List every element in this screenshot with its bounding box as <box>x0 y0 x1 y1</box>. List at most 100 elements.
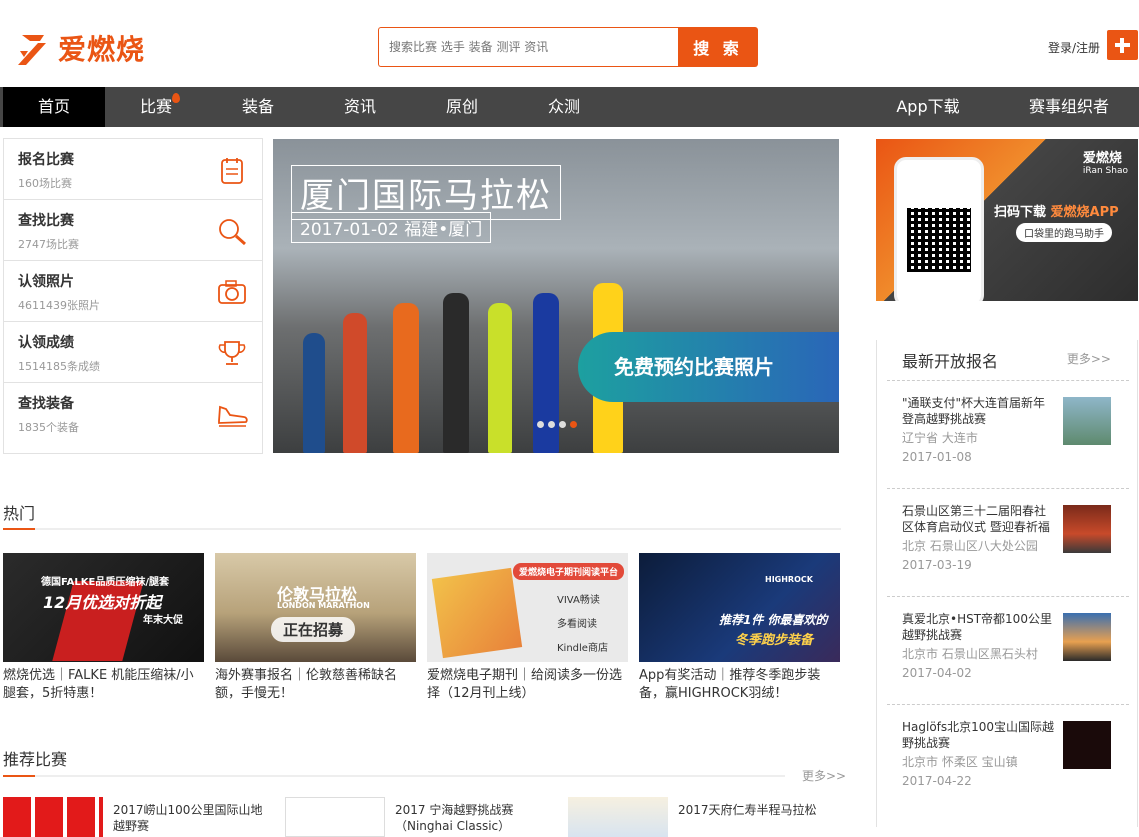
hot-card-image-text: 德国FALKE品质压缩袜/腿套 <box>41 577 170 588</box>
nav-item-app-download[interactable]: App下载 <box>877 87 979 127</box>
app-scan-app-name: 爱燃烧APP <box>1050 205 1119 220</box>
quick-link-title: 认领照片 <box>18 274 74 290</box>
quick-link-count: 4611439张照片 <box>18 299 100 312</box>
hot-card-image-text: 12月优选对折起 <box>43 593 162 612</box>
runner-figure <box>303 333 325 453</box>
latest-registration-panel: 最新开放报名 更多>> "通联支付"杯大连首届新年登高越野挑战赛 辽宁省 大连市… <box>876 340 1138 827</box>
logo[interactable]: 爱燃烧 <box>16 28 145 68</box>
hot-card-image-text: 正在招募 <box>271 617 356 642</box>
quick-links-panel: 报名比赛 160场比赛 查找比赛 2747场比赛 认领照片 4611439张照片… <box>3 138 263 454</box>
registration-location: 北京市 怀柔区 宝山镇 <box>902 755 1018 769</box>
camera-icon <box>218 280 246 304</box>
recommend-name: 2017天府仁寿半程马拉松 <box>678 803 817 817</box>
plus-icon[interactable] <box>1107 30 1138 60</box>
search-button[interactable]: 搜 索 <box>678 27 758 67</box>
hot-card-image-text: 多看阅读 <box>557 619 597 630</box>
hot-card-image-text: LONDON MARATHON <box>277 601 370 610</box>
quick-link-find-race[interactable]: 查找比赛 2747场比赛 <box>4 200 262 261</box>
quick-link-title: 报名比赛 <box>18 152 74 168</box>
registration-location: 北京 石景山区八大处公园 <box>902 539 1038 553</box>
hot-section-title: 热门 <box>3 504 36 523</box>
banner-date: 2017-01-02 福建•厦门 <box>291 212 492 243</box>
nav-item-home[interactable]: 首页 <box>3 87 105 127</box>
recommend-more-link[interactable]: 更多>> <box>802 767 846 784</box>
registration-location: 辽宁省 大连市 <box>902 431 978 445</box>
login-register-link[interactable]: 登录/注册 <box>1048 39 1100 56</box>
nav-item-news[interactable]: 资讯 <box>309 87 411 127</box>
registration-item[interactable]: Haglöfs北京100宝山国际越野挑战赛 北京市 怀柔区 宝山镇 2017-0… <box>887 704 1129 812</box>
quick-link-find-gear[interactable]: 查找装备 1835个装备 <box>4 383 262 444</box>
logo-icon <box>18 35 46 65</box>
registration-name: 石景山区第三十二届阳春社区体育启动仪式 暨迎春祈福 <box>902 504 1050 534</box>
hot-card[interactable]: 爱燃烧电子期刊阅读平台 VIVA畅读 多看阅读 Kindle商店 爱燃烧电子期刊… <box>427 553 628 703</box>
quick-link-claim-photo[interactable]: 认领照片 4611439张照片 <box>4 261 262 322</box>
carousel-dot[interactable] <box>559 421 566 428</box>
carousel-dot[interactable] <box>548 421 555 428</box>
hot-card[interactable]: HIGHROCK 推荐1件 你最喜欢的 冬季跑步装备 App有奖活动｜推荐冬季跑… <box>639 553 840 703</box>
nav-item-crowdtest[interactable]: 众测 <box>513 87 615 127</box>
quick-link-claim-result[interactable]: 认领成绩 1514185条成绩 <box>4 322 262 383</box>
registration-date: 2017-03-19 <box>902 558 972 572</box>
trophy-icon <box>218 341 246 365</box>
quick-link-register-race[interactable]: 报名比赛 160场比赛 <box>4 139 262 200</box>
hero-banner[interactable]: 厦门国际马拉松 2017-01-02 福建•厦门 免费预约比赛照片 <box>273 139 839 453</box>
section-divider <box>3 775 785 777</box>
nav-item-organizer[interactable]: 赛事组织者 <box>1010 87 1128 127</box>
hot-card-image-text: 冬季跑步装备 <box>735 633 814 648</box>
quick-link-title: 查找装备 <box>18 396 74 412</box>
recommend-item[interactable]: 2017崂山100公里国际山地越野赛 <box>3 797 273 837</box>
quick-link-count: 1835个装备 <box>18 421 79 434</box>
carousel-dot-active[interactable] <box>570 421 577 428</box>
hot-card-image-text: 爱燃烧电子期刊阅读平台 <box>513 563 625 580</box>
main-nav: 首页 比赛 装备 资讯 原创 众测 App下载 赛事组织者 <box>0 87 1139 127</box>
nav-item-gear[interactable]: 装备 <box>207 87 309 127</box>
nav-item-races[interactable]: 比赛 <box>105 87 207 127</box>
recommend-name: 2017崂山100公里国际山地越野赛 <box>113 803 263 833</box>
registration-location: 北京市 石景山区黑石头村 <box>902 647 1038 661</box>
hot-card-caption: 爱燃烧电子期刊｜给阅读多一份选择（12月刊上线） <box>427 668 623 701</box>
registration-thumbnail <box>1063 397 1111 445</box>
hot-card-image-text: Kindle商店 <box>557 643 608 654</box>
hot-card-image-text: VIVA畅读 <box>557 595 600 606</box>
registration-date: 2017-04-02 <box>902 666 972 680</box>
search-input[interactable] <box>378 27 678 67</box>
app-download-ad[interactable]: 爱燃烧 iRan Shao 扫码下载 爱燃烧APP 口袋里的跑马助手 <box>876 139 1138 301</box>
registration-thumbnail <box>1063 505 1111 553</box>
app-scan-text: 扫码下载 爱燃烧APP <box>994 201 1119 220</box>
carousel-dots <box>537 421 577 428</box>
hot-card-magazine <box>431 567 523 659</box>
hot-card-image: 伦敦马拉松 LONDON MARATHON 正在招募 <box>215 553 416 662</box>
search-bar: 搜 索 <box>378 27 758 67</box>
registration-item[interactable]: "通联支付"杯大连首届新年登高越野挑战赛 辽宁省 大连市 2017-01-08 <box>887 380 1129 488</box>
banner-cta-button[interactable]: 免费预约比赛照片 <box>578 332 839 402</box>
nav-item-label: 比赛 <box>139 97 172 116</box>
runner-figure <box>393 303 419 453</box>
quick-link-count: 160场比赛 <box>18 177 72 190</box>
registration-date: 2017-04-22 <box>902 774 972 788</box>
hot-card-caption: 燃烧优选｜FALKE 机能压缩袜/小腿套，5折特惠！ <box>3 668 194 701</box>
quick-link-count: 1514185条成绩 <box>18 360 100 373</box>
nav-item-original[interactable]: 原创 <box>411 87 513 127</box>
qr-code-icon <box>907 208 971 272</box>
hot-card-image-text: 年末大促 <box>143 615 183 626</box>
carousel-dot[interactable] <box>537 421 544 428</box>
quick-link-title: 查找比赛 <box>18 213 74 229</box>
app-brand-subtext: iRan Shao <box>1082 166 1128 176</box>
recommend-item[interactable]: 2017天府仁寿半程马拉松 <box>568 797 838 837</box>
hot-card[interactable]: 伦敦马拉松 LONDON MARATHON 正在招募 海外赛事报名｜伦敦慈善稀缺… <box>215 553 416 703</box>
quick-link-count: 2747场比赛 <box>18 238 79 251</box>
runner-figure <box>533 293 559 453</box>
registration-date: 2017-01-08 <box>902 450 972 464</box>
recommend-name: 2017 宁海越野挑战赛（Ninghai Classic） <box>395 803 514 833</box>
registration-item[interactable]: 石景山区第三十二届阳春社区体育启动仪式 暨迎春祈福 北京 石景山区八大处公园 2… <box>887 488 1129 596</box>
hot-card[interactable]: 德国FALKE品质压缩袜/腿套 12月优选对折起 年末大促 燃烧优选｜FALKE… <box>3 553 204 703</box>
registration-item[interactable]: 真爱北京•HST帝都100公里越野挑战赛 北京市 石景山区黑石头村 2017-0… <box>887 596 1129 704</box>
app-brand-name: 爱燃烧 iRan Shao <box>1083 147 1128 176</box>
recommend-section-title: 推荐比赛 <box>3 750 68 769</box>
section-divider <box>3 528 841 530</box>
recommend-thumbnail <box>568 797 668 837</box>
side-more-link[interactable]: 更多>> <box>1067 350 1111 367</box>
runner-figure <box>343 313 367 453</box>
recommend-item[interactable]: 2017 宁海越野挑战赛（Ninghai Classic） <box>285 797 555 837</box>
clipboard-icon <box>221 158 243 184</box>
